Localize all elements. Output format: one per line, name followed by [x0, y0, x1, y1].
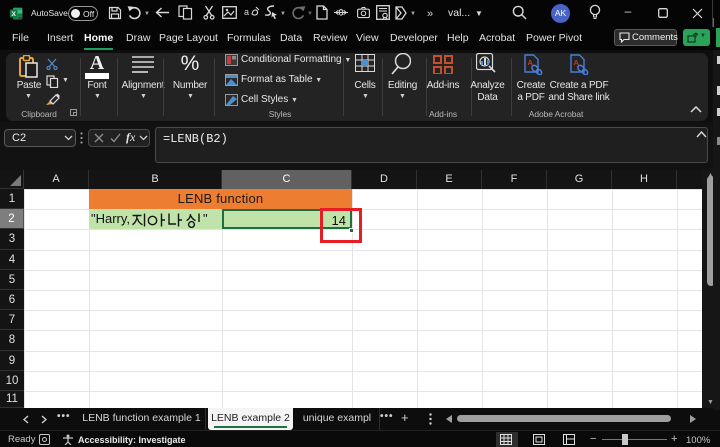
svg-text:X: X: [11, 11, 16, 18]
svg-text:a: a: [244, 7, 249, 17]
